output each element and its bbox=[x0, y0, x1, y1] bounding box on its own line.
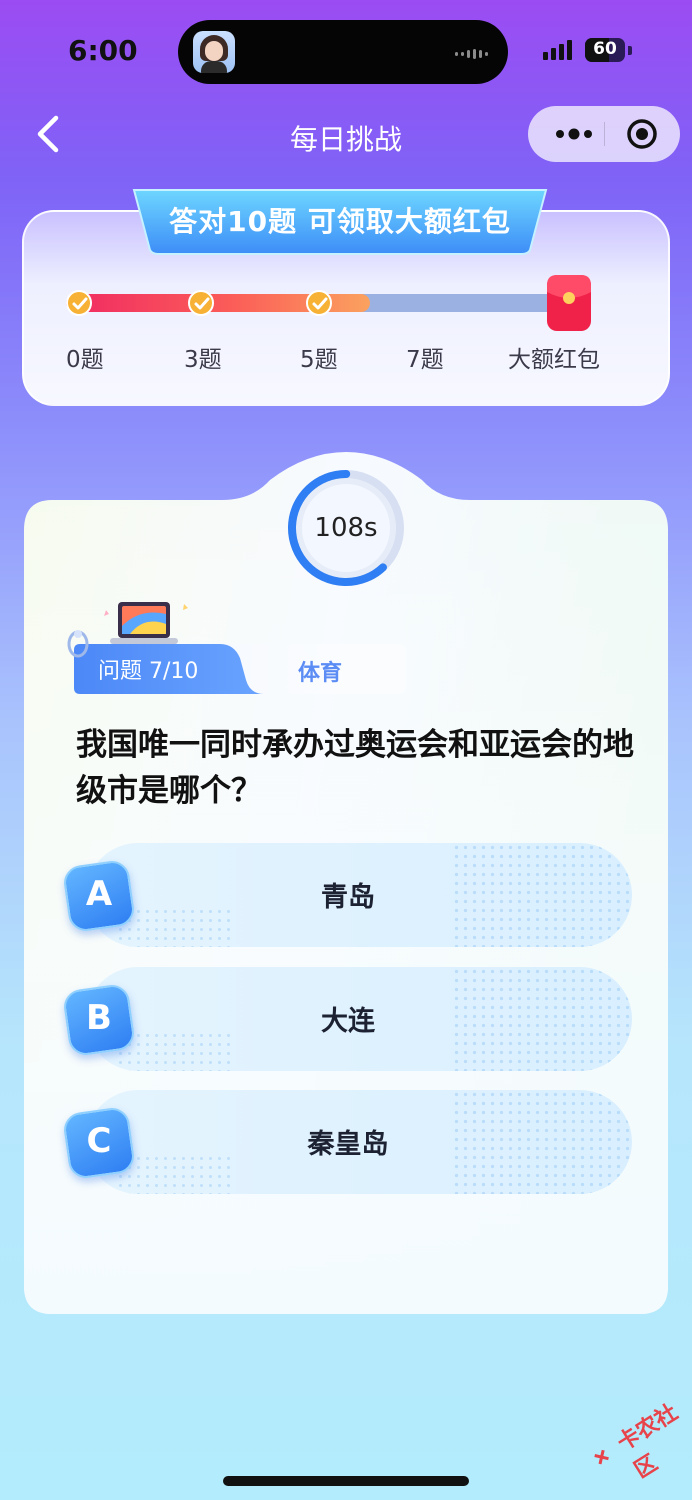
avatar bbox=[193, 31, 235, 73]
mini-program-capsule bbox=[528, 106, 680, 162]
option-text: 大连 bbox=[321, 1006, 375, 1037]
milestone-label: 7题 bbox=[406, 347, 444, 373]
more-dots-icon[interactable] bbox=[550, 124, 600, 144]
status-bar: 6:00 60 bbox=[0, 0, 692, 100]
milestone-label: 0题 bbox=[66, 347, 104, 373]
reward-banner-text: 答对10题 可领取大额红包 bbox=[169, 205, 511, 238]
option-b-button[interactable]: 大连 bbox=[86, 967, 632, 1071]
option-c-button[interactable]: 秦皇岛 bbox=[86, 1090, 632, 1194]
ring-clip-icon bbox=[67, 630, 89, 658]
option-letter: B bbox=[86, 998, 112, 1038]
question-number: 问题 7/10 bbox=[98, 659, 199, 684]
option-letter: C bbox=[86, 1121, 112, 1161]
dynamic-island bbox=[178, 20, 508, 84]
question-text: 我国唯一同时承办过奥运会和亚运会的地级市是哪个？ bbox=[76, 727, 634, 809]
status-time: 6:00 bbox=[68, 34, 138, 67]
battery-level: 60 bbox=[593, 39, 617, 59]
red-packet-icon[interactable] bbox=[546, 274, 592, 332]
battery-icon: 60 bbox=[585, 38, 625, 62]
milestone-check-icon bbox=[306, 290, 332, 316]
home-indicator[interactable] bbox=[223, 1476, 469, 1486]
audio-wave-icon bbox=[455, 49, 488, 59]
option-a-button[interactable]: 青岛 bbox=[86, 843, 632, 947]
timer-text: 108s bbox=[314, 513, 378, 543]
laptop-illustration-icon bbox=[104, 602, 188, 644]
option-text: 青岛 bbox=[321, 882, 375, 913]
option-text: 秦皇岛 bbox=[307, 1129, 389, 1160]
option-letter: A bbox=[85, 874, 113, 914]
milestone-check-icon bbox=[188, 290, 214, 316]
target-circle-icon[interactable] bbox=[626, 118, 658, 150]
signal-icon bbox=[543, 40, 572, 60]
milestone-label: 大额红包 bbox=[508, 347, 600, 373]
milestone-check-icon bbox=[66, 290, 92, 316]
question-category: 体育 bbox=[297, 661, 342, 686]
milestone-label: 5题 bbox=[300, 347, 338, 373]
milestone-label: 3题 bbox=[184, 347, 222, 373]
